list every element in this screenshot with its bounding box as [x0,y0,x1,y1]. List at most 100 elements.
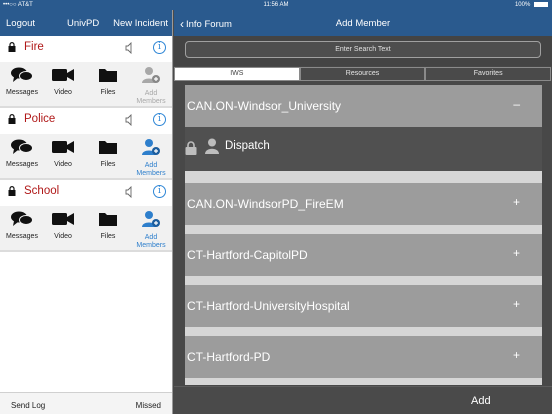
messages-button[interactable]: Messages [4,66,40,96]
add-person-icon [142,67,160,83]
video-camera-icon [52,213,74,225]
messages-label: Messages [6,89,38,96]
group-row[interactable]: CAN.ON-WindsorPD_FireEM + [185,183,542,225]
group-row[interactable]: CT-Hartford-PD + [185,336,542,378]
left-footer: Send Log Missed [0,392,172,414]
add-members-button[interactable]: Add Members [134,66,168,106]
video-button[interactable]: Video [48,138,78,168]
info-icon[interactable]: i [153,41,166,54]
chat-bubbles-icon [11,139,33,154]
group-name: CAN.ON-Windsor_University [187,99,342,113]
page-title: Add Member [335,18,391,29]
add-members-label: Add Members [136,234,166,249]
right-footer: Add [174,386,552,414]
files-button[interactable]: Files [94,66,122,96]
group-list: CAN.ON-Windsor_University – Dispatch CAN… [185,85,542,385]
battery-indicator: 100% [515,2,548,8]
channel-panel: Logout UnivPD New Incident Fire i Messag… [0,10,173,414]
add-button[interactable]: Add [471,395,491,407]
messages-label: Messages [6,161,38,168]
folder-icon [99,69,117,82]
speaker-icon[interactable] [125,186,135,198]
speaker-icon[interactable] [125,42,135,54]
group-name: CT-Hartford-CapitolPD [187,248,308,262]
channel-name: School [24,185,60,197]
lock-icon [8,42,16,52]
lock-icon [8,186,16,196]
chat-bubbles-icon [11,211,33,226]
speaker-icon[interactable] [125,114,135,126]
collapse-icon[interactable]: – [513,97,520,111]
group-name: CAN.ON-WindsorPD_FireEM [187,197,344,211]
expand-icon[interactable]: + [513,297,520,311]
channel-card[interactable]: Police i Messages Video Files Add Members [0,108,172,180]
files-label: Files [100,233,116,240]
search-bar: Enter Search Text [174,36,552,66]
files-button[interactable]: Files [94,210,122,240]
member-row[interactable]: Dispatch [185,127,542,171]
clock: 11:56 AM [263,2,289,8]
channel-actions: Messages Video Files Add Members [0,134,172,178]
battery-icon [534,2,548,7]
group-row[interactable]: CAN.ON-Windsor_University – [185,85,542,127]
logout-button[interactable]: Logout [6,18,35,29]
add-members-button[interactable]: Add Members [134,138,168,178]
folder-icon [99,213,117,226]
info-icon[interactable]: i [153,113,166,126]
group-row[interactable]: CT-Hartford-CapitolPD + [185,234,542,276]
video-button[interactable]: Video [48,210,78,240]
battery-percent: 100% [514,2,531,8]
add-person-icon [142,139,160,155]
channel-actions: Messages Video Files Add Members [0,206,172,250]
channel-header: School i [0,180,172,204]
files-label: Files [100,89,116,96]
files-label: Files [100,161,116,168]
left-nav-title: UnivPD [67,18,100,29]
expand-icon[interactable]: + [513,348,520,362]
add-member-panel: ‹ Info Forum Add Member Enter Search Text… [174,10,552,414]
lock-icon [8,114,16,124]
search-input[interactable]: Enter Search Text [185,41,541,58]
chat-bubbles-icon [11,67,33,82]
expand-icon[interactable]: + [513,246,520,260]
channel-name: Police [24,113,56,125]
source-tabs: IWS Resources Favorites [174,67,552,81]
messages-button[interactable]: Messages [4,138,40,168]
video-label: Video [54,89,72,96]
right-nav-bar: ‹ Info Forum Add Member [174,10,552,36]
tab-iws[interactable]: IWS [174,67,300,81]
add-members-label: Add Members [136,90,166,105]
info-icon[interactable]: i [153,185,166,198]
left-nav-bar: Logout UnivPD New Incident [0,10,172,36]
new-incident-button[interactable]: New Incident [113,18,168,29]
video-label: Video [54,233,72,240]
tab-favorites[interactable]: Favorites [425,67,552,81]
group-row[interactable]: CT-Hartford-UniversityHospital + [185,285,542,327]
channel-card[interactable]: School i Messages Video Files Add Members [0,180,172,252]
tab-resources[interactable]: Resources [299,67,426,81]
folder-icon [99,141,117,154]
send-log-button[interactable]: Send Log [11,401,45,410]
channel-header: Police i [0,108,172,132]
video-label: Video [54,161,72,168]
channel-actions: Messages Video Files Add Members [0,62,172,106]
status-bar: •••○○ AT&T 11:56 AM 100% [0,0,552,10]
video-button[interactable]: Video [48,66,78,96]
group-name: CT-Hartford-PD [187,350,271,364]
channel-header: Fire i [0,36,172,60]
missed-button[interactable]: Missed [136,401,161,410]
expand-icon[interactable]: + [513,195,520,209]
lock-icon [185,141,197,155]
video-camera-icon [52,141,74,153]
person-icon [205,138,219,154]
video-camera-icon [52,69,74,81]
channel-name: Fire [24,41,44,53]
files-button[interactable]: Files [94,138,122,168]
group-name: CT-Hartford-UniversityHospital [187,299,350,313]
member-name: Dispatch [225,140,270,152]
messages-label: Messages [6,233,38,240]
add-person-icon [142,211,160,227]
add-members-button[interactable]: Add Members [134,210,168,250]
messages-button[interactable]: Messages [4,210,40,240]
channel-card[interactable]: Fire i Messages Video Files Add Members [0,36,172,108]
